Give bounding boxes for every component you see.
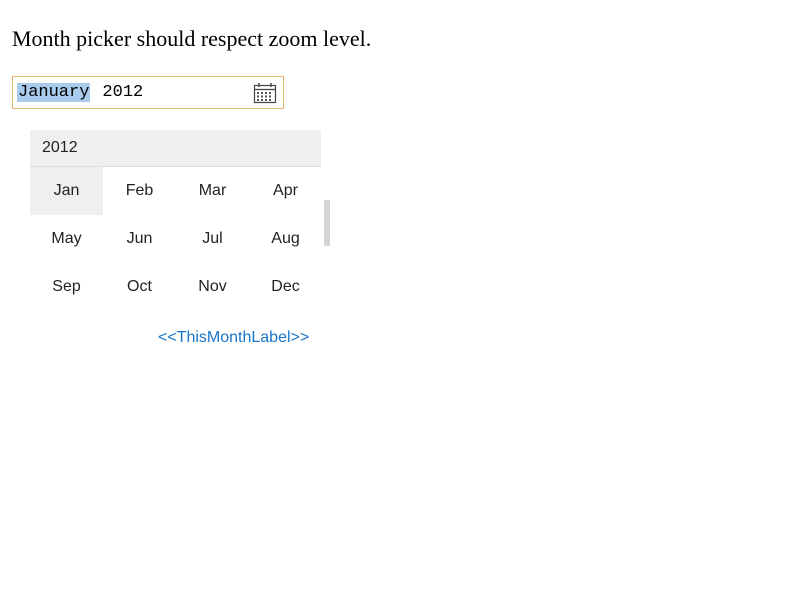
month-cell-mar[interactable]: Mar [176,167,249,215]
month-cell-jan[interactable]: Jan [30,167,103,215]
month-cell-may[interactable]: May [30,215,103,263]
month-cell-jun[interactable]: Jun [103,215,176,263]
this-month-link[interactable]: <<ThisMonthLabel>> [158,328,309,348]
picker-scrollbar[interactable] [324,200,330,246]
month-cell-feb[interactable]: Feb [103,167,176,215]
month-cell-aug[interactable]: Aug [249,215,322,263]
month-input-value[interactable]: January 2012 [17,83,143,103]
month-grid: Jan Feb Mar Apr May Jun Jul Aug Sep Oct … [30,167,322,311]
month-picker-popup: 2012 Jan Feb Mar Apr May Jun Jul Aug Sep… [30,130,321,311]
month-cell-jul[interactable]: Jul [176,215,249,263]
page-title: Month picker should respect zoom level. [12,26,372,51]
month-cell-sep[interactable]: Sep [30,263,103,311]
month-cell-nov[interactable]: Nov [176,263,249,311]
month-cell-oct[interactable]: Oct [103,263,176,311]
month-cell-dec[interactable]: Dec [249,263,322,311]
month-input[interactable]: January 2012 [12,76,284,109]
picker-year-header[interactable]: 2012 [30,130,321,167]
month-cell-apr[interactable]: Apr [249,167,322,215]
month-segment[interactable]: January [17,83,91,102]
calendar-icon[interactable] [253,82,277,104]
year-segment[interactable]: 2012 [102,83,143,102]
